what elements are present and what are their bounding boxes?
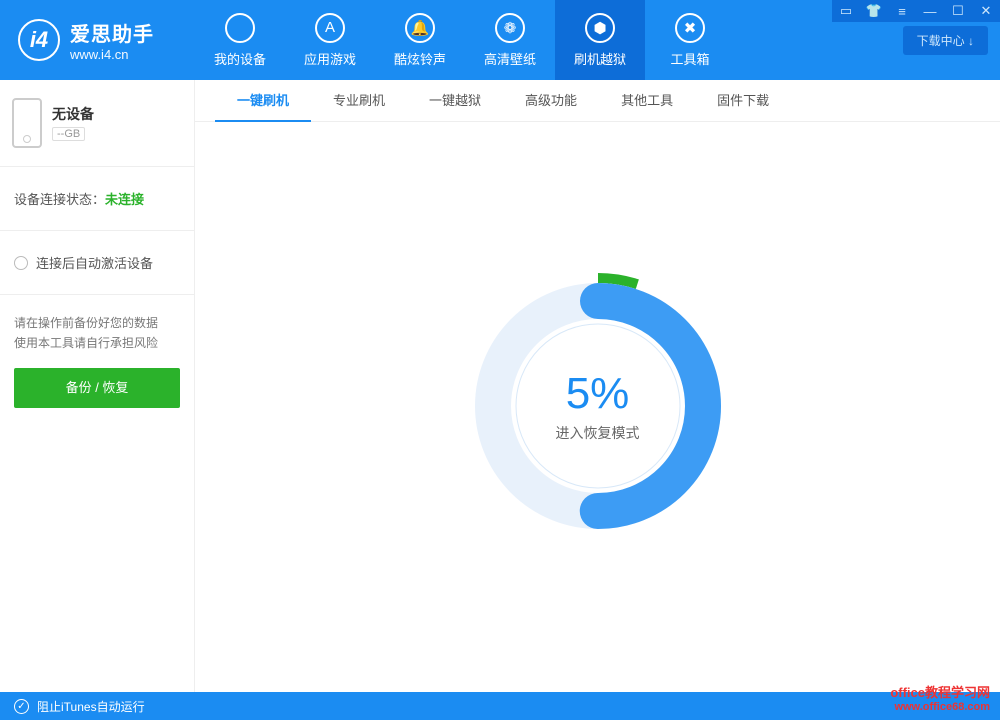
connection-status: 设备连接状态：未连接 <box>0 167 194 231</box>
app-title: 爱思助手 <box>70 18 154 47</box>
sidebar: 无设备 --GB 设备连接状态：未连接 连接后自动激活设备 请在操作前备份好您的… <box>0 80 195 692</box>
apps-icon: A <box>315 13 345 43</box>
device-name: 无设备 <box>52 104 94 124</box>
check-icon[interactable]: ✓ <box>14 699 29 714</box>
tab-firmware-download[interactable]: 固件下载 <box>695 80 791 122</box>
device-panel: 无设备 --GB <box>0 80 194 167</box>
progress-ring: 5% 进入恢复模式 <box>453 261 743 551</box>
nav-label: 我的设备 <box>214 49 266 68</box>
nav-label: 刷机越狱 <box>574 49 626 68</box>
progress-percent: 5% <box>566 369 630 419</box>
app-header: i4 爱思助手 www.i4.cn 我的设备 A 应用游戏 🔔 酷炫铃声 ❁ 高… <box>0 0 1000 80</box>
tab-one-click-flash[interactable]: 一键刷机 <box>215 80 311 122</box>
feedback-icon[interactable]: ▭ <box>832 0 860 22</box>
status-bar: ✓ 阻止iTunes自动运行 <box>0 692 1000 720</box>
phone-icon <box>12 98 42 148</box>
nav-label: 酷炫铃声 <box>394 49 446 68</box>
tab-pro-flash[interactable]: 专业刷机 <box>311 80 407 122</box>
box-icon: ⬢ <box>585 13 615 43</box>
auto-activate-option[interactable]: 连接后自动激活设备 <box>0 231 194 295</box>
nav-ringtones[interactable]: 🔔 酷炫铃声 <box>375 0 465 80</box>
sub-tabs: 一键刷机 专业刷机 一键越狱 高级功能 其他工具 固件下载 <box>195 80 1000 122</box>
auto-activate-label: 连接后自动激活设备 <box>36 253 153 272</box>
backup-restore-button[interactable]: 备份 / 恢复 <box>14 368 180 408</box>
window-controls: ▭ 👕 ≡ — ☐ ✕ <box>832 0 1000 22</box>
backup-hint-1: 请在操作前备份好您的数据 <box>14 313 180 333</box>
main-content: 一键刷机 专业刷机 一键越狱 高级功能 其他工具 固件下载 5% 进入恢复模式 <box>195 80 1000 692</box>
tab-advanced[interactable]: 高级功能 <box>503 80 599 122</box>
backup-panel: 请在操作前备份好您的数据 使用本工具请自行承担风险 备份 / 恢复 <box>0 295 194 426</box>
logo-area: i4 爱思助手 www.i4.cn <box>0 18 195 62</box>
maximize-icon[interactable]: ☐ <box>944 0 972 22</box>
apple-icon <box>225 13 255 43</box>
nav-wallpapers[interactable]: ❁ 高清壁纸 <box>465 0 555 80</box>
tab-other-tools[interactable]: 其他工具 <box>599 80 695 122</box>
minimize-icon[interactable]: — <box>916 0 944 22</box>
app-url: www.i4.cn <box>70 47 154 62</box>
close-icon[interactable]: ✕ <box>972 0 1000 22</box>
tab-one-click-jailbreak[interactable]: 一键越狱 <box>407 80 503 122</box>
itunes-block-label[interactable]: 阻止iTunes自动运行 <box>37 698 145 715</box>
logo-badge: i4 <box>18 19 60 61</box>
download-center-button[interactable]: 下载中心 ↓ <box>903 26 988 55</box>
backup-hint-2: 使用本工具请自行承担风险 <box>14 333 180 353</box>
nav-apps-games[interactable]: A 应用游戏 <box>285 0 375 80</box>
skin-icon[interactable]: 👕 <box>860 0 888 22</box>
radio-icon[interactable] <box>14 256 28 270</box>
progress-label: 进入恢复模式 <box>556 423 640 443</box>
nav-label: 应用游戏 <box>304 49 356 68</box>
device-size: --GB <box>52 127 85 141</box>
status-label: 设备连接状态： <box>14 192 105 207</box>
main-nav: 我的设备 A 应用游戏 🔔 酷炫铃声 ❁ 高清壁纸 ⬢ 刷机越狱 ✖ 工具箱 <box>195 0 735 80</box>
menu-icon[interactable]: ≡ <box>888 0 916 22</box>
nav-label: 工具箱 <box>670 49 709 68</box>
nav-flash-jailbreak[interactable]: ⬢ 刷机越狱 <box>555 0 645 80</box>
watermark-line2: www.office68.com <box>890 701 990 714</box>
bell-icon: 🔔 <box>405 13 435 43</box>
flower-icon: ❁ <box>495 13 525 43</box>
watermark: office教程学习网 www.office68.com <box>890 685 990 714</box>
nav-my-device[interactable]: 我的设备 <box>195 0 285 80</box>
nav-label: 高清壁纸 <box>484 49 536 68</box>
tools-icon: ✖ <box>675 13 705 43</box>
watermark-line1: office教程学习网 <box>890 685 990 701</box>
status-value: 未连接 <box>105 192 144 207</box>
nav-toolbox[interactable]: ✖ 工具箱 <box>645 0 735 80</box>
